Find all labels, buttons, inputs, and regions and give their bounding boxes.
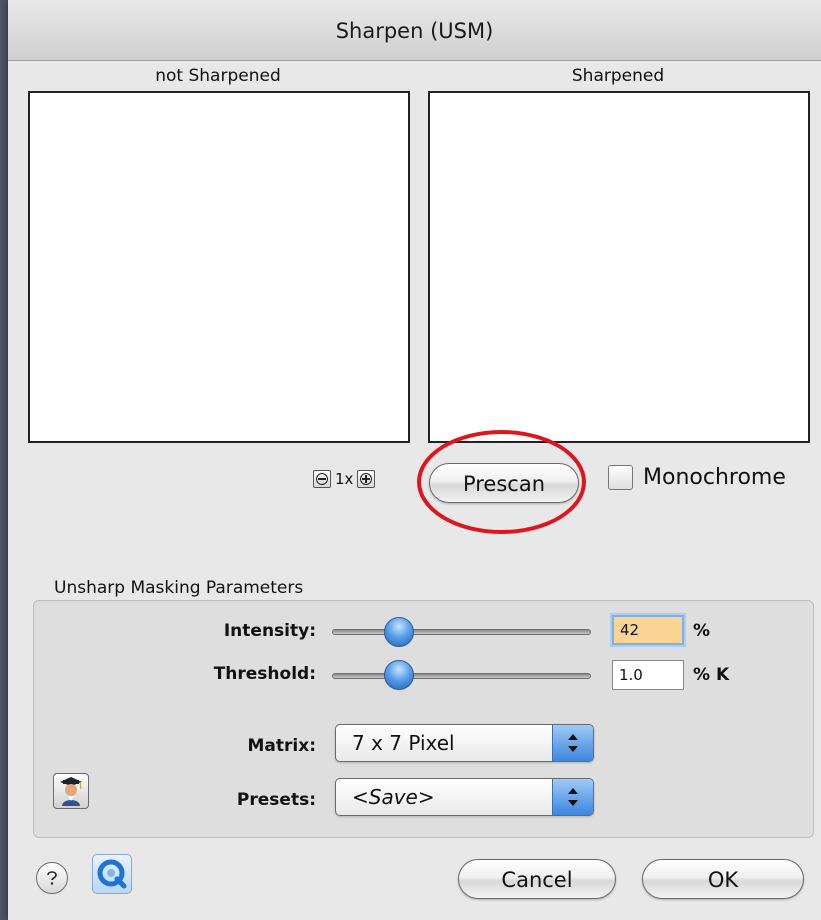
not-sharpened-label: not Sharpened (155, 66, 281, 86)
intensity-unit: % (693, 621, 711, 641)
matrix-label: Matrix: (247, 736, 317, 756)
threshold-slider-knob[interactable] (384, 660, 414, 690)
scholar-avatar-icon (60, 777, 82, 806)
zoom-control: 1x (313, 470, 376, 488)
title-bar: Sharpen (USM) (8, 0, 821, 61)
matrix-value: 7 x 7 Pixel (352, 731, 455, 755)
cancel-button[interactable]: Cancel (458, 859, 616, 899)
intensity-field[interactable] (612, 615, 684, 645)
intensity-label: Intensity: (223, 621, 316, 641)
zoom-out-button[interactable] (313, 470, 331, 488)
popup-arrows-icon (552, 725, 593, 761)
monochrome-checkbox[interactable] (608, 465, 633, 490)
not-sharpened-preview (28, 91, 410, 443)
monochrome-option[interactable]: Monochrome (608, 465, 786, 490)
intensity-slider-knob[interactable] (384, 617, 414, 647)
dialog-window: Sharpen (USM) not Sharpened Sharpened 1x… (8, 0, 821, 920)
presets-popup[interactable]: <Save> (335, 778, 594, 816)
presets-value: <Save> (352, 785, 435, 809)
threshold-field[interactable] (612, 660, 684, 690)
presets-label: Presets: (236, 790, 316, 810)
help-icon (47, 871, 57, 885)
usm-group-title: Unsharp Masking Parameters (54, 578, 304, 598)
sharpened-label: Sharpened (571, 66, 665, 86)
zoom-level: 1x (335, 470, 354, 488)
threshold-label: Threshold: (213, 664, 316, 684)
matrix-popup[interactable]: 7 x 7 Pixel (335, 724, 594, 762)
prescan-button[interactable]: Prescan (429, 463, 579, 503)
threshold-unit: % K (693, 665, 730, 685)
window-title: Sharpen (USM) (335, 19, 494, 43)
quicktime-button[interactable] (92, 854, 132, 894)
threshold-slider[interactable] (332, 673, 591, 679)
profile-button[interactable] (53, 773, 89, 809)
zoom-in-button[interactable] (357, 470, 376, 488)
intensity-slider[interactable] (332, 629, 591, 635)
monochrome-label: Monochrome (643, 465, 786, 490)
help-button[interactable] (36, 862, 68, 894)
sharpened-preview (428, 91, 810, 443)
ok-button[interactable]: OK (642, 859, 804, 899)
popup-arrows-icon (552, 779, 593, 815)
quicktime-icon (97, 859, 127, 889)
